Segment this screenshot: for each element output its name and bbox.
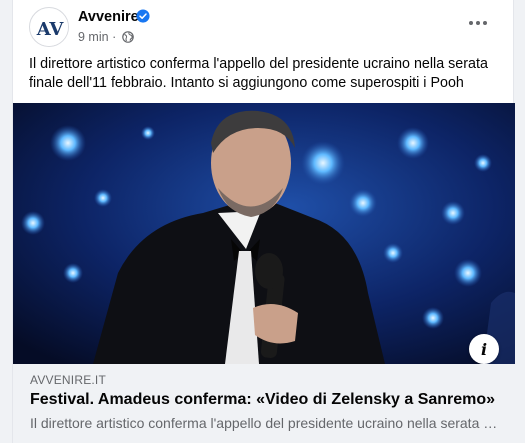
more-options-icon[interactable] bbox=[465, 10, 491, 36]
post-image[interactable]: i bbox=[13, 103, 515, 364]
verified-badge-icon bbox=[136, 9, 150, 23]
link-preview[interactable]: AVVENIRE.IT Festival. Amadeus conferma: … bbox=[13, 364, 515, 443]
dot bbox=[476, 21, 480, 25]
dot bbox=[469, 21, 473, 25]
post-caption: Il direttore artistico conferma l'appell… bbox=[29, 56, 488, 91]
page-name-link[interactable]: Avvenire bbox=[78, 9, 139, 25]
dot bbox=[483, 21, 487, 25]
link-description: Il direttore artistico conferma l'appell… bbox=[30, 415, 500, 431]
logo-text: AV bbox=[36, 19, 65, 40]
post-header: AV Avvenire 9 min · bbox=[29, 6, 501, 50]
avvenire-logo: AV bbox=[31, 9, 68, 46]
meta-separator: · bbox=[112, 30, 117, 44]
post-card: AV Avvenire 9 min · Il direttore artisti… bbox=[12, 0, 515, 443]
globe-icon[interactable] bbox=[121, 31, 134, 43]
post-time-link[interactable]: 9 min bbox=[78, 30, 109, 44]
link-domain: AVVENIRE.IT bbox=[30, 373, 106, 387]
info-icon[interactable]: i bbox=[469, 334, 499, 364]
page-avatar[interactable]: AV bbox=[29, 7, 69, 47]
stage-photo bbox=[13, 103, 515, 364]
link-title[interactable]: Festival. Amadeus conferma: «Video di Ze… bbox=[30, 391, 495, 409]
post-meta: 9 min · bbox=[78, 30, 134, 44]
